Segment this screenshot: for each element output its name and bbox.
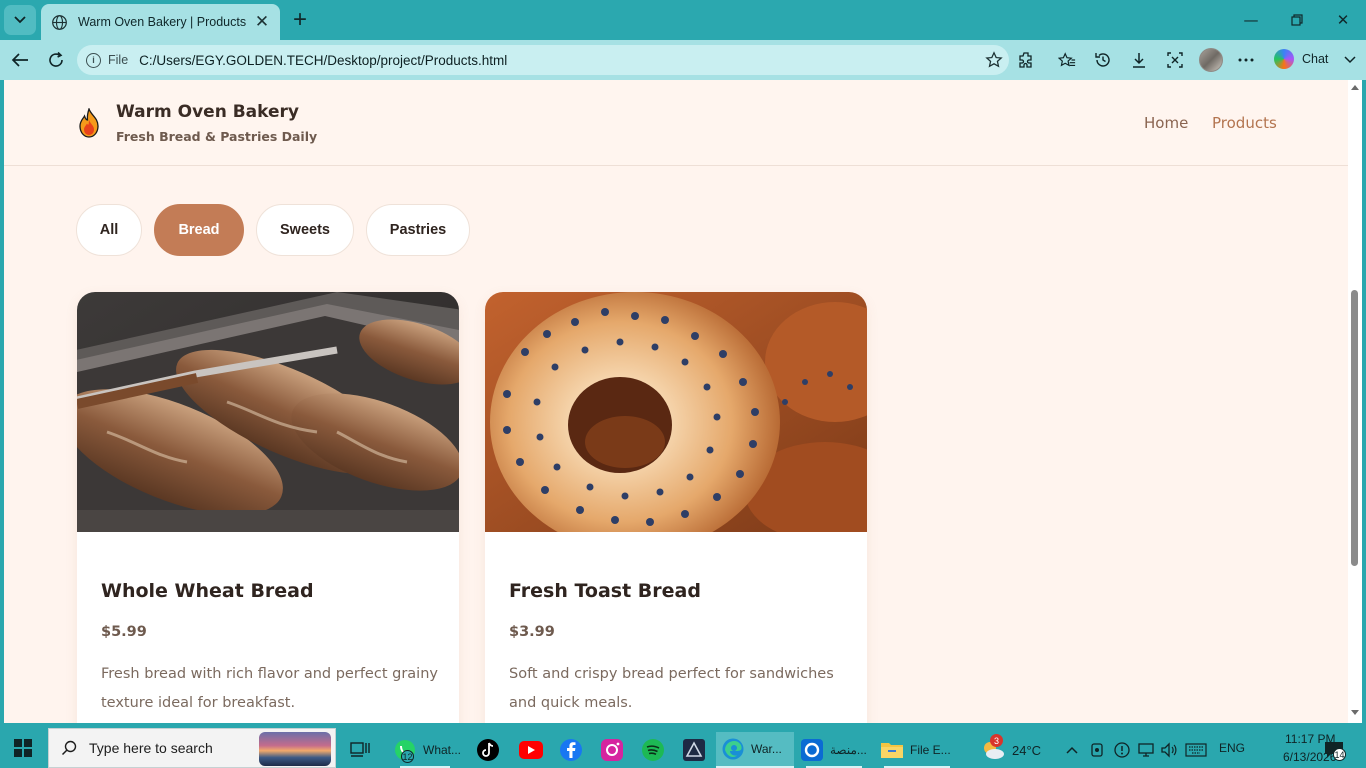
chevron-down-icon [14, 16, 26, 24]
facebook-icon[interactable] [559, 732, 583, 768]
scroll-down-arrow-icon[interactable] [1351, 710, 1359, 715]
taskbar-app-label: What... [423, 743, 462, 757]
taskbar-app-edge[interactable]: War... [716, 732, 794, 768]
volume-icon[interactable] [1160, 732, 1178, 768]
chevron-up-icon[interactable] [1066, 732, 1078, 768]
nav-link-products[interactable]: Products [1212, 114, 1277, 132]
product-card[interactable]: Whole Wheat Bread $5.99 Fresh bread with… [77, 292, 459, 723]
taskbar-search-box[interactable]: Type here to search [48, 728, 336, 768]
windows-start-icon[interactable] [14, 739, 32, 757]
instagram-icon[interactable] [600, 732, 624, 768]
tiktok-icon[interactable] [476, 732, 500, 768]
filter-sweets-button[interactable]: Sweets [256, 204, 354, 256]
taskbar-app-label: File E... [910, 743, 951, 757]
product-description: Fresh bread with rich flavor and perfect… [101, 666, 438, 711]
chevron-down-icon[interactable] [1339, 49, 1361, 71]
taskbar-app-platform[interactable]: منصة... [800, 732, 870, 768]
page-scrollbar[interactable] [1348, 80, 1362, 723]
task-view-icon[interactable] [350, 732, 370, 768]
search-highlight-image [259, 732, 331, 766]
tab-title: Warm Oven Bakery | Products [78, 15, 247, 29]
restore-icon[interactable] [1274, 6, 1320, 34]
whatsapp-badge: 12 [401, 750, 414, 763]
filter-pastries-button[interactable]: Pastries [366, 204, 470, 256]
product-card[interactable]: Fresh Toast Bread $3.99 Soft and crispy … [485, 292, 867, 723]
taskbar-app-label: منصة... [830, 743, 867, 757]
tab-list-button[interactable] [4, 5, 36, 35]
close-tab-icon[interactable]: ✕ [250, 10, 274, 34]
info-icon[interactable]: i [86, 52, 101, 68]
filter-all-button[interactable]: All [76, 204, 142, 256]
windows-taskbar: Type here to search What... 12 War... من… [0, 728, 1366, 768]
product-price: $5.99 [101, 624, 147, 640]
new-tab-icon[interactable]: + [288, 6, 312, 33]
platform-app-icon [801, 739, 823, 761]
browser-toolbar: i File C:/Users/EGY.GOLDEN.TECH/Desktop/… [0, 40, 1366, 80]
brand-name[interactable]: Warm Oven Bakery [116, 102, 299, 122]
spotify-icon[interactable] [641, 732, 665, 768]
copilot-label: Chat [1302, 52, 1329, 66]
product-name: Whole Wheat Bread [101, 580, 314, 602]
product-price: $3.99 [509, 624, 555, 640]
flame-icon [79, 108, 99, 138]
edge-icon [722, 738, 744, 760]
minimize-icon[interactable]: — [1228, 6, 1274, 34]
taskbar-app-whatsapp[interactable]: What... 12 [393, 732, 463, 768]
more-options-icon[interactable] [1235, 49, 1257, 71]
refresh-icon[interactable] [42, 46, 70, 74]
favorites-icon[interactable] [1056, 49, 1078, 71]
history-icon[interactable] [1092, 49, 1114, 71]
screenshot-icon[interactable] [1164, 49, 1186, 71]
copilot-chat-button[interactable]: Chat [1274, 49, 1328, 69]
product-image-fresh-toast-bread [485, 292, 867, 532]
extensions-icon[interactable] [1015, 49, 1037, 71]
folder-icon [881, 743, 903, 758]
weather-badge: 3 [990, 734, 1003, 747]
notifications-badge: 14 [1333, 748, 1346, 761]
browser-tab-active[interactable]: Warm Oven Bakery | Products ✕ [41, 4, 280, 40]
nav-link-home[interactable]: Home [1144, 114, 1188, 132]
profile-avatar[interactable] [1199, 48, 1223, 72]
meet-now-icon[interactable] [1090, 732, 1104, 768]
weather-widget[interactable]: 24°C 3 [980, 732, 1041, 768]
taskbar-app-file-explorer[interactable]: File E... [880, 732, 956, 768]
address-url[interactable]: C:/Users/EGY.GOLDEN.TECH/Desktop/project… [139, 53, 979, 68]
keyboard-icon[interactable] [1185, 732, 1207, 768]
weather-temperature: 24°C [1012, 742, 1042, 758]
search-placeholder: Type here to search [89, 740, 213, 756]
filter-bread-button[interactable]: Bread [154, 204, 244, 256]
site-header: Warm Oven Bakery Fresh Bread & Pastries … [4, 80, 1348, 166]
copilot-icon [1274, 49, 1294, 69]
product-description: Soft and crispy bread perfect for sandwi… [509, 666, 834, 711]
onedrive-icon[interactable] [1113, 732, 1131, 768]
app-icon[interactable] [682, 732, 706, 768]
star-icon[interactable] [979, 51, 1009, 69]
window-edge [1362, 80, 1366, 723]
search-icon [61, 740, 77, 756]
taskbar-app-label: War... [751, 742, 782, 756]
globe-icon [52, 14, 67, 30]
browser-tab-strip: Warm Oven Bakery | Products ✕ + — ✕ [0, 0, 1366, 40]
youtube-icon[interactable] [518, 732, 544, 768]
product-image-whole-wheat-bread [77, 292, 459, 532]
downloads-icon[interactable] [1128, 49, 1150, 71]
page-viewport: Warm Oven Bakery Fresh Bread & Pastries … [4, 80, 1348, 723]
scroll-up-arrow-icon[interactable] [1351, 85, 1359, 90]
product-name: Fresh Toast Bread [509, 580, 701, 602]
brand-tagline: Fresh Bread & Pastries Daily [116, 129, 318, 144]
address-bar[interactable]: i File C:/Users/EGY.GOLDEN.TECH/Desktop/… [77, 45, 1009, 75]
scrollbar-thumb[interactable] [1351, 290, 1358, 566]
language-indicator[interactable]: ENG [1219, 741, 1245, 755]
network-icon[interactable] [1137, 732, 1155, 768]
address-scheme: File [108, 53, 129, 67]
close-window-icon[interactable]: ✕ [1320, 6, 1366, 34]
back-arrow-icon[interactable] [6, 46, 34, 74]
